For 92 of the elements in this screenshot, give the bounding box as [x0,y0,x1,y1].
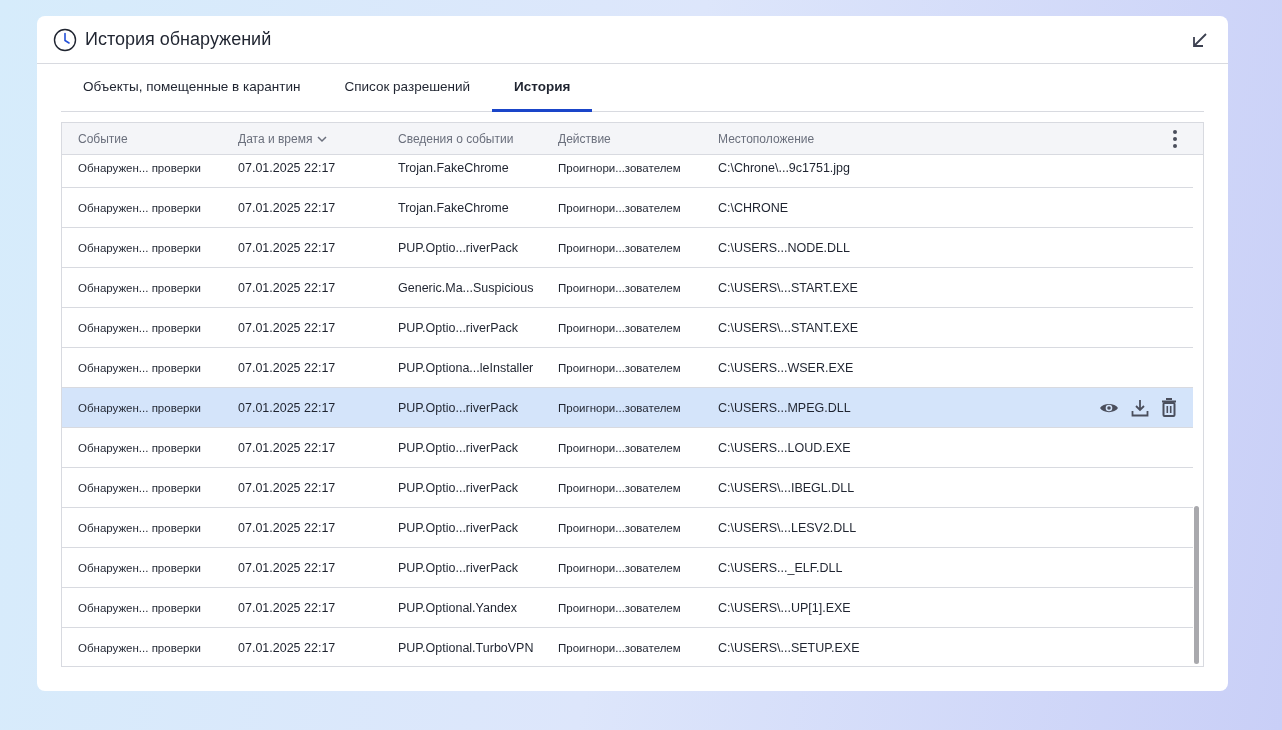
table-cell-text: PUP.Optio...riverPack [398,560,519,575]
table-cell-text: PUP.Optio...riverPack [398,240,519,255]
table-cell-text: PUP.Optiona...leInstaller [398,360,535,375]
table-cell-text: 07.01.2025 22:17 [238,240,337,255]
table-cell: C:\Chrone\...9c1751.jpg [718,160,851,175]
table-row[interactable]: Обнаружен... проверки 07.01.2025 22:17 PUP.Optio...riverPack Проигнори...зователем C:\USERS...NODE.DLL [62,228,1193,268]
table-cell: C:\CHRONE [718,200,789,215]
table-row[interactable]: Обнаружен... проверки 07.01.2025 22:17 PUP.Optional.TurboVPN Проигнори...зователем C:\USERS\...SETUP.EXE [62,628,1193,666]
table-cell-text: 07.01.2025 22:17 [238,600,337,615]
table-row[interactable]: Обнаружен... проверки 07.01.2025 22:17 Generic.Ma...Suspicious Проигнори...зователем C:\USERS\...START.EXE [62,268,1193,308]
table-cell-text: Проигнори...зователем [558,601,682,614]
table-cell: C:\USERS\...STANT.EXE [718,320,859,335]
table-row[interactable]: Обнаружен... проверки 07.01.2025 22:17 PUP.Optio...riverPack Проигнори...зователем C:\USERS...LOUD.EXE [62,428,1193,468]
table-cell-text: PUP.Optio...riverPack [398,400,519,415]
table-row[interactable]: Обнаружен... проверки 07.01.2025 22:17 PUP.Optio...riverPack Проигнори...зователем C:\USERS\...LESV2.DLL [62,508,1193,548]
table-cell-text: Обнаружен... проверки [78,201,202,214]
table-cell-text: 07.01.2025 22:17 [238,280,337,295]
table-cell-text: Проигнори...зователем [558,321,682,334]
table-cell-text: Проигнори...зователем [558,161,682,174]
table-cell-text: Обнаружен... проверки [78,441,202,454]
table-row[interactable]: Обнаружен... проверки 07.01.2025 22:17 PUP.Optio...riverPack Проигнори...зователем C:\USERS...MPEG.DLL [62,388,1193,428]
table-cell-text: Trojan.FakeChrome [398,200,510,215]
table-row[interactable]: Обнаружен... проверки 07.01.2025 22:17 PUP.Optio...riverPack Проигнори...зователем C:\USERS\...IBEGL.DLL [62,468,1193,508]
table-cell-text: 07.01.2025 22:17 [238,640,337,655]
table-row[interactable]: Обнаружен... проверки 07.01.2025 22:17 PUP.Optio...riverPack Проигнори...зователем C:\USERS\...STANT.EXE [62,308,1193,348]
table-row[interactable]: Обнаружен... проверки 07.01.2025 22:17 PUP.Optio...riverPack Проигнори...зователем C:\USERS..._ELF.DLL [62,548,1193,588]
tab[interactable]: Список разрешений [322,64,493,112]
table-row[interactable]: Обнаружен... проверки 07.01.2025 22:17 Trojan.FakeChrome Проигнори...зователем C:\CHRONE [62,188,1193,228]
table-cell-text: PUP.Optio...riverPack [398,480,519,495]
table-row[interactable]: Обнаружен... проверки 07.01.2025 22:17 Trojan.FakeChrome Проигнори...зователем C:\Chrone\...9c1751.jpg [62,155,1193,188]
table-cell: C:\USERS...WSER.EXE [718,360,854,375]
column-header[interactable]: Местоположение [718,131,878,146]
table-cell-text: Обнаружен... проверки [78,561,202,574]
table-cell-text: PUP.Optio...riverPack [398,440,519,455]
table-cell-text: Обнаружен... проверки [78,161,202,174]
table-cell: C:\USERS\...START.EXE [718,280,858,295]
table-cell-text: Проигнори...зователем [558,521,682,534]
table-cell-text: 07.01.2025 22:17 [238,320,337,335]
table-cell: C:\USERS\...LESV2.DLL [718,520,857,535]
scrollbar-thumb[interactable] [1194,506,1199,664]
table-cell: C:\USERS..._ELF.DLL [718,560,843,575]
table-cell-text: 07.01.2025 22:17 [238,520,337,535]
column-header[interactable]: Событие [78,131,238,146]
table-cell-text: Проигнори...зователем [558,201,682,214]
column-header[interactable]: Сведения о событии [398,131,558,146]
table-cell-text: 07.01.2025 22:17 [238,360,337,375]
table-cell-text: Обнаружен... проверки [78,281,202,294]
table-cell-text: Обнаружен... проверки [78,481,202,494]
table-cell: C:\USERS\...SETUP.EXE [718,640,860,655]
table-row[interactable]: Обнаружен... проверки 07.01.2025 22:17 PUP.Optional.Yandex Проигнори...зователем C:\USERS\...UP[1].EXE [62,588,1193,628]
table-cell-text: Обнаружен... проверки [78,361,202,374]
table-cell-text: Обнаружен... проверки [78,321,202,334]
table-cell-text: Проигнори...зователем [558,561,682,574]
table-cell-text: 07.01.2025 22:17 [238,480,337,495]
table-cell-text: Проигнори...зователем [558,641,682,654]
tab[interactable]: Объекты, помещенные в карантин [61,64,323,112]
table-cell: C:\USERS\...UP[1].EXE [718,600,851,615]
table-cell: C:\USERS...MPEG.DLL [718,400,851,415]
table-cell-text: Обнаружен... проверки [78,241,202,254]
collapse-arrow-icon[interactable] [1192,31,1208,48]
table-cell-text: Обнаружен... проверки [78,401,202,414]
table-cell-text: 07.01.2025 22:17 [238,440,337,455]
table-cell-text: Проигнори...зователем [558,401,682,414]
trash-icon[interactable] [1161,398,1177,417]
table-cell-text: Trojan.FakeChrome [398,160,510,175]
table-cell-text: PUP.Optio...riverPack [398,520,519,535]
table-cell-text: 07.01.2025 22:17 [238,560,337,575]
table-cell: C:\USERS\...IBEGL.DLL [718,480,855,495]
clock-icon [53,27,77,52]
table-cell-text: Проигнори...зователем [558,361,682,374]
table-cell-text: Проигнори...зователем [558,481,682,494]
download-icon[interactable] [1131,398,1149,417]
window-title: История обнаружений [85,29,273,50]
table-cell-text: Проигнори...зователем [558,281,682,294]
table-cell: C:\USERS...NODE.DLL [718,240,850,255]
table-cell-text: Проигнори...зователем [558,441,682,454]
table-cell-text: 07.01.2025 22:17 [238,160,337,175]
column-header[interactable]: Действие [558,131,718,146]
table-cell-text: PUP.Optio...riverPack [398,320,519,335]
table-cell-text: Обнаружен... проверки [78,641,202,654]
table-cell-text: PUP.Optional.Yandex [398,600,519,615]
tab[interactable]: История [492,64,593,112]
table-cell-text: Обнаружен... проверки [78,521,202,534]
more-options-icon[interactable] [1172,128,1178,149]
column-header[interactable]: Дата и время [238,131,398,146]
table-cell-text: PUP.Optional.TurboVPN [398,640,535,655]
table-cell-text: 07.01.2025 22:17 [238,400,337,415]
table-cell-text: 07.01.2025 22:17 [238,200,337,215]
table-cell-text: Проигнори...зователем [558,241,682,254]
table-cell-text: Обнаружен... проверки [78,601,202,614]
table-cell: C:\USERS...LOUD.EXE [718,440,851,455]
table-cell-text: Generic.Ma...Suspicious [398,280,535,295]
